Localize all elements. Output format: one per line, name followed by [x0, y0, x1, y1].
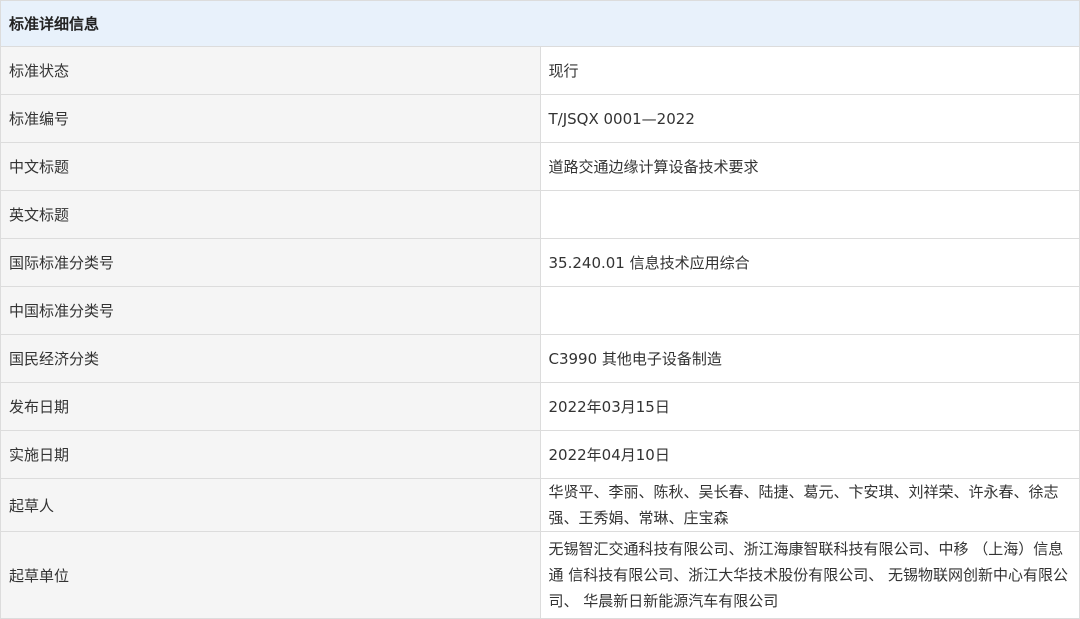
row-publish-date: 发布日期 2022年03月15日 — [0, 382, 1080, 431]
row-value: T/JSQX 0001—2022 — [539, 94, 1080, 143]
row-label: 英文标题 — [0, 190, 541, 239]
row-value: 2022年03月15日 — [539, 382, 1080, 431]
row-english-title: 英文标题 — [0, 190, 1080, 239]
row-label: 起草单位 — [0, 531, 541, 619]
row-label: 实施日期 — [0, 430, 541, 479]
standard-detail-table: 标准详细信息 标准状态 现行 标准编号 T/JSQX 0001—2022 中文标… — [0, 0, 1080, 619]
row-value: 道路交通边缘计算设备技术要求 — [539, 142, 1080, 191]
row-label: 起草人 — [0, 478, 541, 532]
row-label: 中文标题 — [0, 142, 541, 191]
row-value — [539, 286, 1080, 335]
row-standard-number: 标准编号 T/JSQX 0001—2022 — [0, 94, 1080, 143]
row-label: 标准状态 — [0, 46, 541, 95]
row-drafters: 起草人 华贤平、李丽、陈秋、吴长春、陆捷、葛元、卞安琪、刘祥荣、许永春、徐志 强… — [0, 478, 1080, 532]
table-title: 标准详细信息 — [0, 0, 1080, 47]
row-drafting-units: 起草单位 无锡智汇交通科技有限公司、浙江海康智联科技有限公司、中移 （上海）信息… — [0, 531, 1080, 619]
row-label: 国际标准分类号 — [0, 238, 541, 287]
row-status: 标准状态 现行 — [0, 46, 1080, 95]
row-chinese-title: 中文标题 道路交通边缘计算设备技术要求 — [0, 142, 1080, 191]
row-value: 35.240.01 信息技术应用综合 — [539, 238, 1080, 287]
row-value: 现行 — [539, 46, 1080, 95]
row-value: 华贤平、李丽、陈秋、吴长春、陆捷、葛元、卞安琪、刘祥荣、许永春、徐志 强、王秀娟… — [539, 478, 1080, 532]
row-economic-class: 国民经济分类 C3990 其他电子设备制造 — [0, 334, 1080, 383]
row-ccs-code: 中国标准分类号 — [0, 286, 1080, 335]
row-value — [539, 190, 1080, 239]
row-label: 标准编号 — [0, 94, 541, 143]
row-value: 无锡智汇交通科技有限公司、浙江海康智联科技有限公司、中移 （上海）信息通 信科技… — [539, 531, 1080, 619]
row-value: C3990 其他电子设备制造 — [539, 334, 1080, 383]
row-label: 发布日期 — [0, 382, 541, 431]
row-label: 国民经济分类 — [0, 334, 541, 383]
row-ics-code: 国际标准分类号 35.240.01 信息技术应用综合 — [0, 238, 1080, 287]
table-header-row: 标准详细信息 — [0, 0, 1080, 47]
row-label: 中国标准分类号 — [0, 286, 541, 335]
row-value: 2022年04月10日 — [539, 430, 1080, 479]
row-effective-date: 实施日期 2022年04月10日 — [0, 430, 1080, 479]
